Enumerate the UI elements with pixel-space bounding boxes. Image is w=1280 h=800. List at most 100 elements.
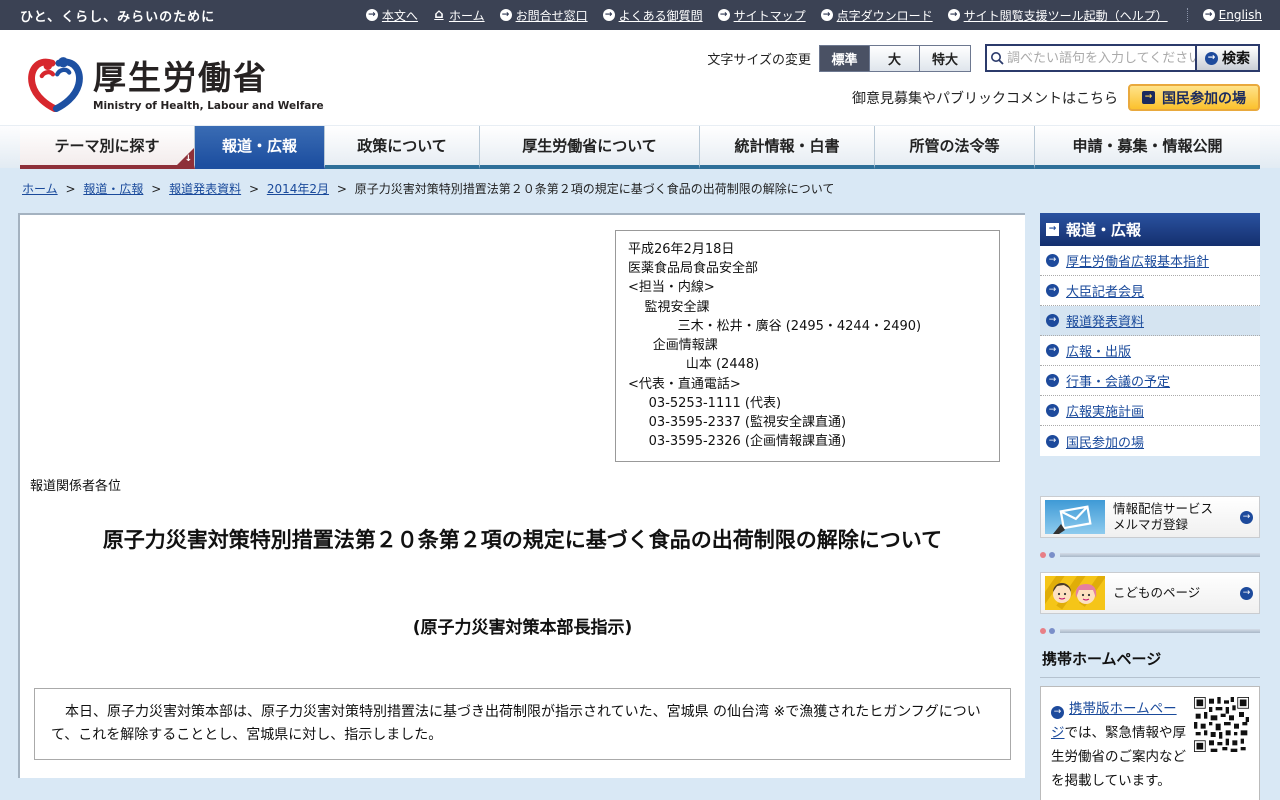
font-size-button[interactable]: 標準 xyxy=(820,45,870,71)
arrow-square-icon xyxy=(1142,91,1155,104)
ministry-logo[interactable]: 厚生労働省 Ministry of Health, Labour and Wel… xyxy=(28,38,324,125)
search-icon xyxy=(987,51,1007,65)
search-input[interactable] xyxy=(1007,47,1195,69)
breadcrumb-link[interactable]: 2014年2月 xyxy=(267,182,329,196)
kids-page-banner-label: こどものページ xyxy=(1113,584,1201,600)
press-release-main: 平成26年2月18日 医薬食品局食品安全部 <担当・内線> 監視安全課 三木・松… xyxy=(18,213,1025,779)
arrow-circle-icon xyxy=(1051,706,1064,719)
sidebar-menu: 厚生労働省広報基本指針 大臣記者会見 報道発表資料 広報・出版 xyxy=(1040,246,1260,456)
top-bar-link-label: サイト閲覧支援ツール起動（ヘルプ） xyxy=(963,8,1168,23)
breadcrumb-separator: > xyxy=(65,182,76,196)
top-bar-link[interactable]: English xyxy=(1186,8,1262,22)
contact-info-line: <代表・直通電話> xyxy=(628,376,741,392)
arrow-circle-icon xyxy=(820,9,833,21)
arrow-circle-icon xyxy=(1046,344,1059,357)
arrow-circle-icon xyxy=(1046,254,1059,267)
mailmag-banner-label: 情報配信サービス メルマガ登録 xyxy=(1113,500,1214,532)
nav-tab[interactable]: 厚生労働省について ↓ xyxy=(480,126,700,169)
chevron-down-icon: ↓ xyxy=(184,154,192,164)
sidebar-menu-item[interactable]: 国民参加の場 xyxy=(1040,426,1260,456)
arrow-circle-icon xyxy=(947,9,960,21)
nav-tab[interactable]: テーマ別に探す ↓ xyxy=(20,126,195,169)
header-tools: 文字サイズの変更 標準 大 特大 調べたい語句を入力してください → 検索 御意… xyxy=(707,30,1260,125)
contact-info-line: 03-5253-1111 (代表) xyxy=(628,395,782,411)
sidebar-header: 報道・広報 xyxy=(1040,213,1260,246)
sidebar-divider xyxy=(1040,552,1260,558)
contact-info-line: <担当・内線> xyxy=(628,280,715,296)
sidebar-menu-item-label: 国民参加の場 xyxy=(1066,435,1145,451)
breadcrumb-link[interactable]: 原子力災害対策特別措置法第２０条第２項の規定に基づく食品の出荷制限の解除について xyxy=(355,182,835,196)
top-bar-link[interactable]: お問合せ窓口 xyxy=(499,7,588,24)
kids-icon xyxy=(1045,576,1105,610)
header-tools-row2: 御意見募集やパブリックコメントはこちら 国民参加の場 xyxy=(852,84,1260,111)
top-bar-link[interactable]: よくある御質問 xyxy=(602,7,703,24)
mobile-homepage-heading: 携帯ホームページ xyxy=(1042,650,1162,668)
top-bar-link[interactable]: サイト閲覧支援ツール起動（ヘルプ） xyxy=(947,7,1168,24)
nav-tab[interactable]: 所管の法令等 ↓ xyxy=(875,126,1035,169)
top-bar-link-label: ホーム xyxy=(448,8,485,23)
breadcrumb-separator: > xyxy=(336,182,347,196)
page: ひと、くらし、みらいのために 本文へ ホーム お問合せ窓口 xyxy=(0,0,1280,800)
sidebar-menu-item[interactable]: 広報・出版 xyxy=(1040,336,1260,366)
announcement-body-box: 本日、原子力災害対策本部は、原子力災害対策特別措置法に基づき出荷制限が指示されて… xyxy=(34,688,1011,761)
sidebar-menu-item[interactable]: 行事・会議の予定 xyxy=(1040,366,1260,396)
font-size-button[interactable]: 大 xyxy=(870,45,920,71)
top-bar-link[interactable]: 本文へ xyxy=(365,7,418,24)
sidebar-menu-item[interactable]: 厚生労働省広報基本指針 xyxy=(1040,246,1260,276)
sidebar: 報道・広報 厚生労働省広報基本指針 大臣記者会見 xyxy=(1040,213,1260,800)
search-button[interactable]: 検索 xyxy=(1195,46,1258,70)
breadcrumb-separator: > xyxy=(151,182,162,196)
arrow-circle-icon xyxy=(1046,374,1059,387)
top-bar-link-label: 本文へ xyxy=(381,8,418,23)
breadcrumb: ホーム > 報道・広報 > 報道発表資料 > 2014年2月 > 原子力災害対策… xyxy=(0,168,1280,213)
top-bar-link-label: 点字ダウンロード xyxy=(836,8,933,23)
divider-line xyxy=(1060,553,1260,557)
mobile-heading-rule xyxy=(1040,677,1260,678)
nav-tab[interactable]: 申請・募集・情報公開 ↓ xyxy=(1035,126,1260,169)
nav-tab[interactable]: 報道・広報 ↓ xyxy=(195,126,325,169)
top-bar-link[interactable]: ホーム xyxy=(433,7,485,24)
sidebar-menu-item[interactable]: 報道発表資料 xyxy=(1040,306,1260,336)
breadcrumb-item: ホーム > xyxy=(22,182,83,196)
contact-info-line: 03-3595-2337 (監視安全課直通) xyxy=(628,415,847,431)
kids-page-banner[interactable]: こどものページ xyxy=(1040,572,1260,614)
top-bar-link-label: English xyxy=(1218,8,1262,22)
breadcrumb-separator: > xyxy=(248,182,259,196)
font-size-group: 標準 大 特大 xyxy=(819,44,971,72)
arrow-square-icon xyxy=(1046,223,1059,236)
blue-dot-icon xyxy=(1049,552,1055,558)
mailmag-banner[interactable]: 情報配信サービス メルマガ登録 xyxy=(1040,496,1260,538)
red-dot-icon xyxy=(1040,628,1046,634)
sidebar-menu-item[interactable]: 大臣記者会見 xyxy=(1040,276,1260,306)
site-name-english: Ministry of Health, Labour and Welfare xyxy=(93,100,324,112)
breadcrumb-link[interactable]: ホーム xyxy=(22,182,58,196)
arrow-circle-icon xyxy=(1046,434,1059,448)
sidebar-menu-item[interactable]: 広報実施計画 xyxy=(1040,396,1260,426)
nav-tab[interactable]: 政策について ↓ xyxy=(325,126,480,169)
sidebar-header-label: 報道・広報 xyxy=(1066,221,1142,239)
breadcrumb-link[interactable]: 報道発表資料 xyxy=(169,182,241,196)
top-bar-link[interactable]: サイトマップ xyxy=(717,7,806,24)
font-size-button[interactable]: 特大 xyxy=(920,45,970,71)
site-name: 厚生労働省 xyxy=(93,58,268,97)
top-bar-link[interactable]: 点字ダウンロード xyxy=(820,7,933,24)
nav-tab-label: 申請・募集・情報公開 xyxy=(1072,137,1223,155)
breadcrumb-link[interactable]: 報道・広報 xyxy=(83,182,143,196)
qr-code xyxy=(1194,697,1249,752)
nav-tab[interactable]: 統計情報・白書 ↓ xyxy=(700,126,875,169)
top-utility-bar: ひと、くらし、みらいのために 本文へ ホーム お問合せ窓口 xyxy=(0,0,1280,30)
contact-info-line: 監視安全課 xyxy=(628,299,710,315)
nav-tab-label: 報道・広報 xyxy=(221,137,297,155)
public-participation-button[interactable]: 国民参加の場 xyxy=(1128,84,1260,111)
arrow-circle-icon xyxy=(433,9,445,21)
sidebar-menu-item-label: 厚生労働省広報基本指針 xyxy=(1066,255,1210,270)
contact-info-line: 03-3595-2326 (企画情報課直通) xyxy=(628,434,847,450)
mobile-homepage-text: では、緊急情報や厚生労働省のご案内などを掲載しています。 xyxy=(1051,725,1186,790)
envelope-icon xyxy=(1045,500,1105,534)
top-bar-link-label: お問合せ窓口 xyxy=(515,8,588,23)
contact-info-line: 医薬食品局食品安全部 xyxy=(628,261,759,277)
arrow-circle-icon xyxy=(602,9,615,21)
top-bar-link-label: よくある御質問 xyxy=(618,8,703,23)
contact-info-box: 平成26年2月18日 医薬食品局食品安全部 <担当・内線> 監視安全課 三木・松… xyxy=(615,230,1000,462)
top-bar-link-label: サイトマップ xyxy=(733,8,806,23)
